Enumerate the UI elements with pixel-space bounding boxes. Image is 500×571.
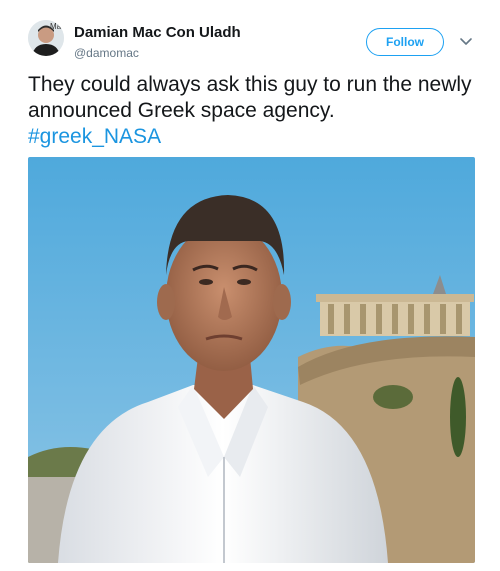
hashtag-link[interactable]: #greek_NASA [28, 125, 161, 148]
tweet-body: They could always ask this guy to run th… [28, 73, 472, 122]
author-handle[interactable]: @damomac [74, 45, 241, 61]
chevron-down-icon[interactable] [458, 33, 474, 49]
author-block: Damian Mac Con Uladh @damomac [74, 24, 241, 61]
tweet-photo[interactable] [28, 157, 475, 563]
tweet-card: Ma Damian Mac Con Uladh @damomac Follow … [0, 0, 500, 571]
author-display-name[interactable]: Damian Mac Con Uladh [74, 24, 241, 42]
avatar[interactable]: Ma [28, 20, 64, 56]
avatar-image: Ma [28, 20, 64, 56]
follow-button[interactable]: Follow [366, 28, 444, 56]
svg-text:Ma: Ma [50, 22, 62, 31]
tweet-text: They could always ask this guy to run th… [28, 72, 478, 150]
